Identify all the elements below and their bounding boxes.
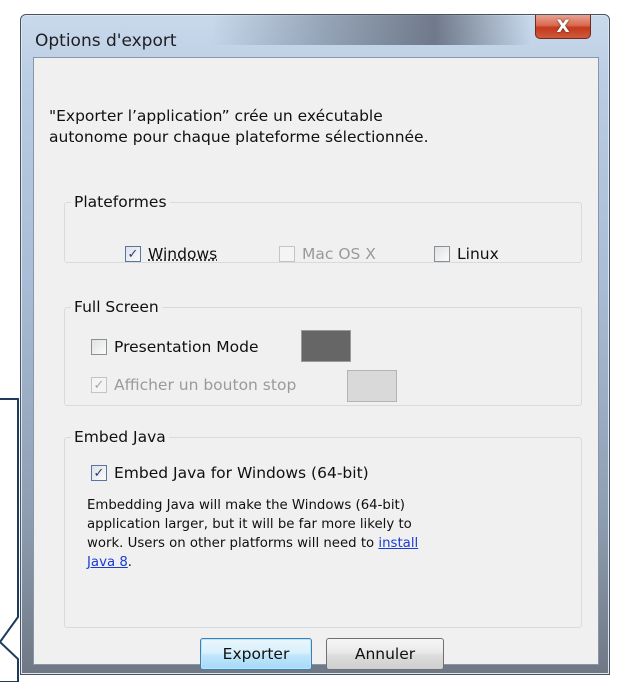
intro-line-1: "Exporter l’application” crée un exécuta… [49, 107, 383, 125]
embed-java-legend: Embed Java [74, 428, 166, 446]
cancel-button[interactable]: Annuler [326, 638, 444, 670]
desc-end: . [127, 555, 133, 570]
embed-java-group: Embed Java ✓ Embed Java for Windows (64-… [64, 428, 582, 628]
linux-label: Linux [457, 245, 499, 263]
checkbox-check-icon: ✓ [91, 377, 107, 393]
desc-line-1: Embedding Java will make the Windows (64… [87, 498, 405, 513]
stop-button-label: Afficher un bouton stop [114, 376, 297, 394]
desc-line-4: Java 8. [87, 553, 567, 572]
checkbox-check-icon: ✓ [125, 246, 141, 262]
checkbox-check-icon: ✓ [91, 465, 107, 481]
checkbox-empty-icon [91, 339, 107, 355]
presentation-mode-checkbox[interactable]: Presentation Mode [91, 338, 259, 356]
export-options-dialog: Options d'export X "Exporter l’applicati… [20, 14, 610, 675]
embed-java-description: Embedding Java will make the Windows (64… [87, 496, 567, 572]
macos-checkbox[interactable]: Mac OS X [279, 245, 376, 263]
checkbox-empty-icon [434, 246, 450, 262]
install-java-link[interactable]: install [378, 536, 418, 551]
macos-label: Mac OS X [302, 245, 376, 263]
presentation-color-swatch[interactable] [301, 330, 351, 362]
desc-line-3-text: work. Users on other platforms will need… [87, 536, 379, 551]
checkbox-empty-icon [279, 246, 295, 262]
install-java-link-cont[interactable]: Java 8 [87, 555, 128, 570]
desc-line-3: work. Users on other platforms will need… [87, 534, 567, 553]
close-button[interactable]: X [535, 15, 591, 39]
intro-line-2: autonome pour chaque plateforme sélectio… [49, 128, 429, 146]
linux-checkbox[interactable]: Linux [434, 245, 499, 263]
windows-checkbox[interactable]: ✓ Windows [125, 245, 217, 263]
platforms-legend: Plateformes [74, 193, 167, 211]
presentation-mode-label: Presentation Mode [114, 338, 259, 356]
platforms-group: Plateformes ✓ Windows Mac OS X Linux [64, 193, 582, 263]
fullscreen-legend: Full Screen [74, 298, 159, 316]
callout-bracket [0, 398, 19, 682]
embed-java-label: Embed Java for Windows (64-bit) [114, 464, 369, 482]
desc-line-2: application larger, but it will be far m… [87, 517, 412, 532]
windows-label: Windows [148, 245, 218, 263]
stop-button-color-swatch[interactable] [347, 370, 397, 402]
embed-java-checkbox[interactable]: ✓ Embed Java for Windows (64-bit) [91, 464, 369, 482]
dialog-title: Options d'export [35, 31, 177, 51]
fullscreen-group: Full Screen Presentation Mode ✓ Afficher… [64, 298, 582, 406]
dialog-body: "Exporter l’application” crée un exécuta… [33, 57, 599, 670]
intro-text: "Exporter l’application” crée un exécuta… [49, 106, 569, 148]
stop-button-checkbox[interactable]: ✓ Afficher un bouton stop [91, 376, 296, 394]
export-button[interactable]: Exporter [200, 638, 312, 670]
